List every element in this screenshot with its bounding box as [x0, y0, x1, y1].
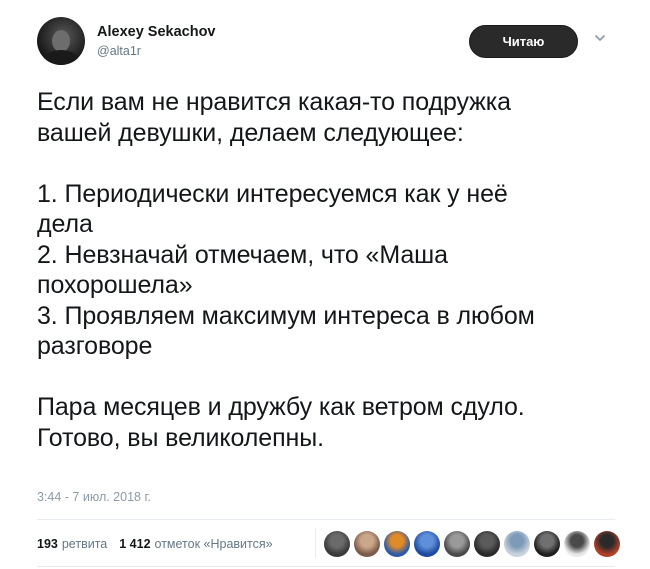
- liker-avatar-7[interactable]: [504, 531, 530, 557]
- avatar-shoulders: [43, 50, 79, 65]
- liker-avatar-4[interactable]: [414, 531, 440, 557]
- liker-avatar-1[interactable]: [324, 531, 350, 557]
- likes-label[interactable]: отметок «Нравится»: [155, 537, 273, 551]
- liker-avatar-10[interactable]: [594, 531, 620, 557]
- liker-avatar-3[interactable]: [384, 531, 410, 557]
- tweet-text: Если вам не нравится какая-то подружка в…: [37, 88, 535, 452]
- retweets-label[interactable]: ретвита: [62, 537, 107, 551]
- author-avatar[interactable]: [37, 17, 85, 65]
- stats-bottom-divider: [37, 566, 615, 567]
- stats-vertical-divider: [315, 528, 316, 558]
- liker-avatar-9[interactable]: [564, 531, 590, 557]
- retweets-count[interactable]: 193: [37, 537, 58, 551]
- liker-avatar-5[interactable]: [444, 531, 470, 557]
- liker-avatar-6[interactable]: [474, 531, 500, 557]
- tweet-timestamp[interactable]: 3:44 - 7 июл. 2018 г.: [37, 490, 151, 504]
- chevron-down-icon[interactable]: [594, 32, 606, 44]
- liker-avatar-8[interactable]: [534, 531, 560, 557]
- likers-avatar-list: [324, 531, 624, 557]
- author-name[interactable]: Alexey Sekachov: [97, 24, 216, 40]
- following-button[interactable]: Читаю: [469, 25, 578, 58]
- avatar-face: [52, 30, 70, 52]
- stats-top-divider: [37, 519, 615, 520]
- liker-avatar-2[interactable]: [354, 531, 380, 557]
- author-handle[interactable]: @alta1r: [97, 44, 141, 58]
- tweet-stats: 193 ретвита 1 412 отметок «Нравится»: [37, 537, 273, 551]
- likes-count[interactable]: 1 412: [119, 537, 150, 551]
